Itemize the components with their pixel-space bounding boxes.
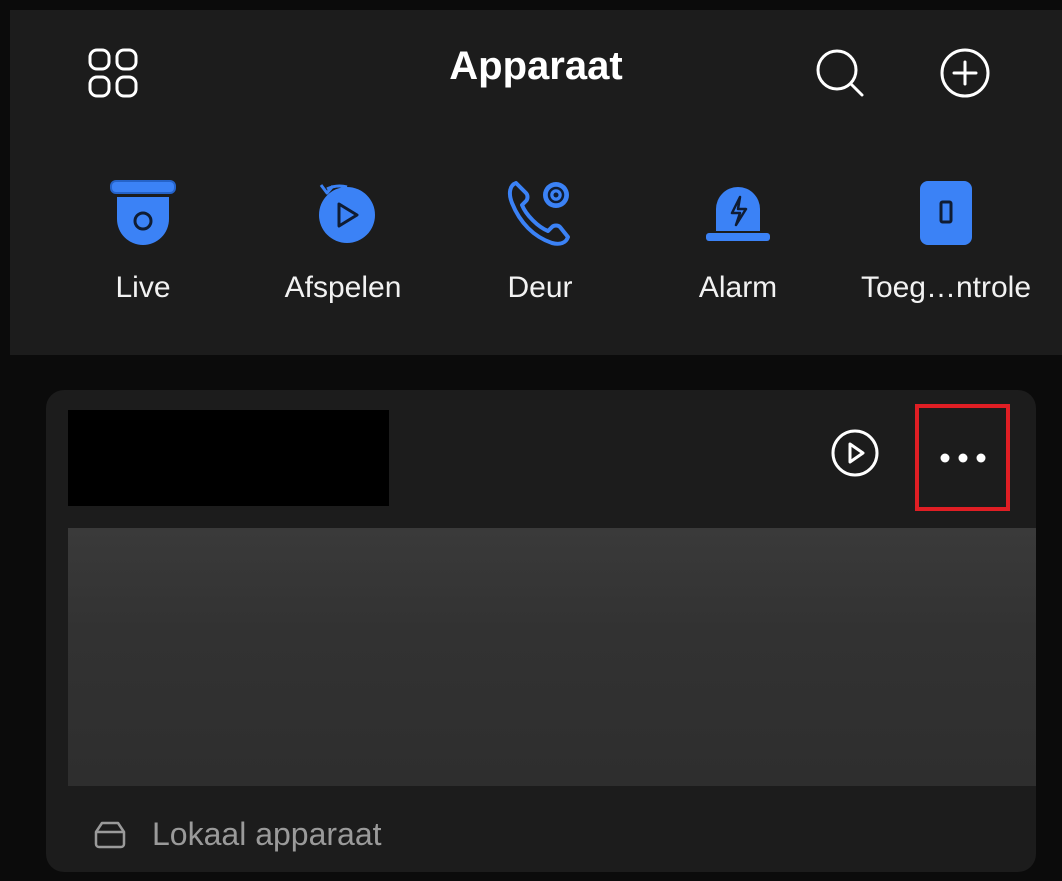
- quick-action-label: Live: [115, 271, 171, 304]
- quick-action-label: Toeg…ntrole: [860, 271, 1032, 304]
- quick-action-label: Deur: [507, 271, 573, 304]
- app-frame: Apparaat Live Afspelen Deur Alarm Toeg…n…: [10, 10, 1062, 881]
- playback-icon: [319, 184, 375, 243]
- door-phone-icon: [507, 181, 570, 246]
- header: Apparaat Live Afspelen Deur Alarm Toeg…n…: [10, 10, 1062, 355]
- device-card[interactable]: Lokaal apparaat: [46, 390, 1036, 872]
- search-icon: [816, 49, 864, 97]
- page-title: Apparaat: [449, 44, 623, 88]
- plus-circle-icon: [940, 48, 990, 98]
- quick-action-alarm[interactable]: Alarm: [648, 175, 828, 305]
- play-circle-icon: [831, 429, 879, 477]
- access-control-icon: [920, 181, 972, 245]
- redacted-device-name: [68, 410, 389, 506]
- more-dots-icon: [940, 453, 985, 462]
- search-button[interactable]: [805, 38, 875, 108]
- tray-icon: [94, 821, 126, 849]
- alarm-icon: [706, 187, 770, 241]
- quick-action-access-control[interactable]: Toeg…ntrole: [846, 175, 1046, 305]
- camera-icon: [110, 180, 176, 245]
- device-source-row: Lokaal apparaat: [92, 804, 382, 864]
- add-device-button[interactable]: [930, 38, 1000, 108]
- more-options-button[interactable]: [915, 404, 1010, 511]
- play-button[interactable]: [820, 418, 890, 488]
- quick-action-door[interactable]: Deur: [450, 175, 630, 305]
- video-preview[interactable]: [68, 528, 1036, 786]
- quick-action-playback[interactable]: Afspelen: [253, 175, 433, 305]
- device-source-label: Lokaal apparaat: [152, 815, 382, 852]
- quick-action-live[interactable]: Live: [53, 175, 233, 305]
- quick-action-label: Alarm: [698, 271, 778, 304]
- quick-action-label: Afspelen: [284, 271, 402, 304]
